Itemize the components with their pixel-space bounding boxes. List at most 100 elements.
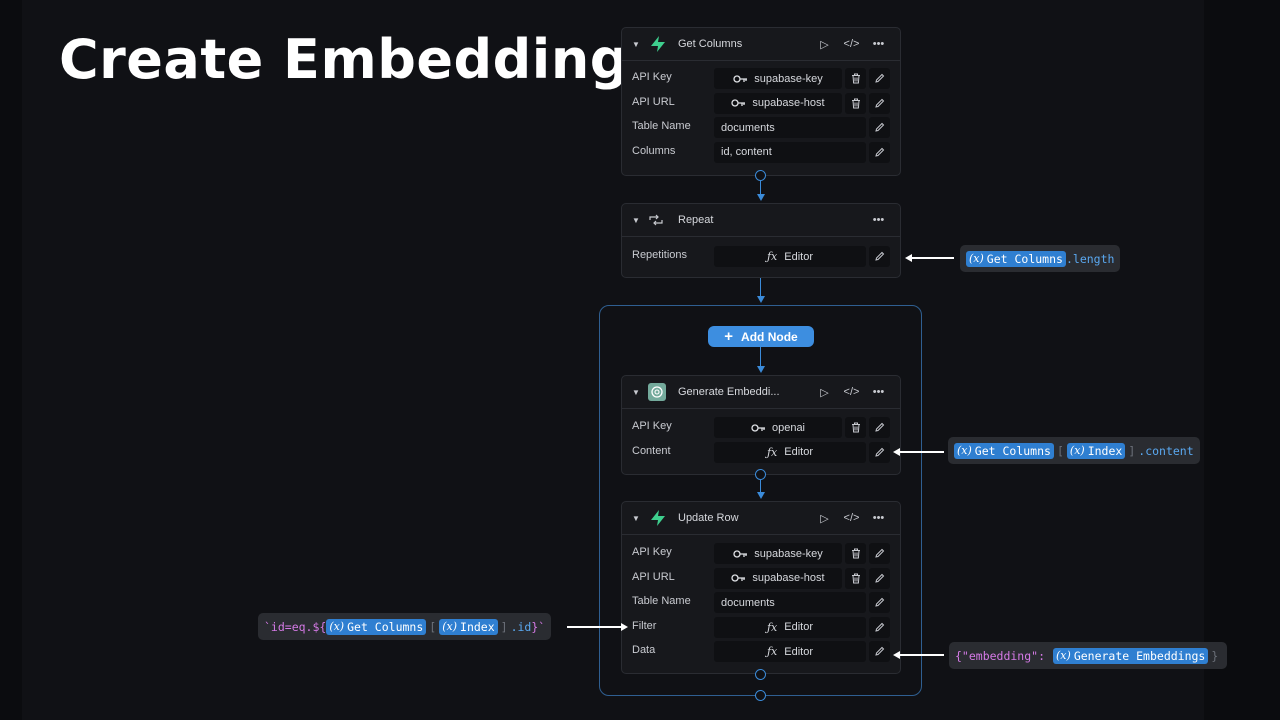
variable-icon: (x) xyxy=(1069,444,1085,457)
chip-label: Index xyxy=(460,619,495,634)
annotation-arrowhead xyxy=(621,623,628,631)
credential-field[interactable]: supabase-host xyxy=(714,567,842,589)
connector-handle[interactable] xyxy=(755,469,766,480)
node-title: Get Columns xyxy=(678,38,743,50)
node-header: ▼ Get Columns ▷ </> ••• xyxy=(622,28,900,61)
collapse-caret-icon[interactable]: ▼ xyxy=(632,514,648,523)
run-icon[interactable]: ▷ xyxy=(811,38,838,51)
annotation-arrow xyxy=(567,626,621,628)
run-icon[interactable]: ▷ xyxy=(811,386,838,399)
editor-field[interactable]: ƒx Editor xyxy=(714,641,866,663)
connector-handle[interactable] xyxy=(755,170,766,181)
page-title: Create Embeddings xyxy=(59,28,662,91)
edge-arrow xyxy=(757,492,765,499)
param-label: Columns xyxy=(632,144,676,157)
more-icon[interactable]: ••• xyxy=(865,512,892,524)
code-icon[interactable]: </> xyxy=(838,512,865,524)
run-icon[interactable]: ▷ xyxy=(811,512,838,525)
repeat-icon xyxy=(648,213,672,227)
node-get-columns[interactable]: ▼ Get Columns ▷ </> ••• API Key supabase… xyxy=(621,27,901,176)
connector-handle[interactable] xyxy=(755,669,766,680)
credential-field[interactable]: supabase-key xyxy=(714,68,842,89)
bracket-text: } xyxy=(1211,648,1219,663)
node-update-row[interactable]: ▼ Update Row ▷ </> ••• API Key supabase-… xyxy=(621,501,901,674)
key-icon xyxy=(733,549,748,558)
edit-button[interactable] xyxy=(869,641,890,663)
edit-button[interactable] xyxy=(869,417,890,438)
delete-button[interactable] xyxy=(845,543,866,564)
delete-button[interactable] xyxy=(845,92,866,114)
openai-icon xyxy=(648,383,672,401)
variable-chip: (x) Get Columns xyxy=(954,442,1054,459)
more-icon[interactable]: ••• xyxy=(865,386,892,398)
variable-icon: (x) xyxy=(329,620,345,633)
delete-button[interactable] xyxy=(845,417,866,438)
property-text: .length xyxy=(1065,251,1115,266)
more-icon[interactable]: ••• xyxy=(865,214,892,226)
edit-button[interactable] xyxy=(869,68,890,89)
param-row-table-name: Table Name documents xyxy=(622,591,900,616)
variable-chip: (x) Get Columns xyxy=(326,618,427,635)
bracket-text: ] xyxy=(1128,443,1136,458)
param-label: API Key xyxy=(632,71,672,83)
node-header: ▼ Repeat ••• xyxy=(622,204,900,237)
param-label: API URL xyxy=(632,95,675,108)
add-node-label: Add Node xyxy=(741,329,798,344)
pencil-icon xyxy=(875,98,885,108)
node-title: Generate Embeddi... xyxy=(678,386,780,398)
variable-icon: (x) xyxy=(969,252,984,265)
text-field[interactable]: id, content xyxy=(714,141,866,163)
param-label: Content xyxy=(632,444,671,457)
param-row-columns: Columns id, content xyxy=(622,141,900,166)
connector-handle[interactable] xyxy=(755,690,766,701)
edit-button[interactable] xyxy=(869,92,890,114)
annotation-filter: `id=eq.${ (x) Get Columns [ (x) Index ] .i… xyxy=(258,613,552,640)
param-row-api-key: API Key supabase-key xyxy=(622,542,900,567)
edit-button[interactable] xyxy=(869,441,890,463)
editor-label: Editor xyxy=(784,250,814,263)
collapse-caret-icon[interactable]: ▼ xyxy=(632,40,648,49)
editor-field[interactable]: ƒx Editor xyxy=(714,441,866,463)
pencil-icon xyxy=(875,147,885,157)
edit-button[interactable] xyxy=(869,592,890,614)
edit-button[interactable] xyxy=(869,543,890,564)
pencil-icon xyxy=(875,622,885,632)
bracket-text: ] xyxy=(500,619,508,634)
text-field[interactable]: documents xyxy=(714,592,866,614)
key-icon xyxy=(731,99,746,107)
collapse-caret-icon[interactable]: ▼ xyxy=(632,216,648,225)
more-icon[interactable]: ••• xyxy=(865,38,892,50)
edit-button[interactable] xyxy=(869,616,890,638)
text-field[interactable]: documents xyxy=(714,117,866,139)
delete-button[interactable] xyxy=(845,68,866,89)
variable-chip: (x) Index xyxy=(439,618,498,635)
edit-button[interactable] xyxy=(869,567,890,589)
add-node-button[interactable]: + Add Node xyxy=(708,326,814,347)
edge-line xyxy=(760,347,761,366)
variable-chip: (x) Get Columns xyxy=(966,250,1066,267)
edge-line xyxy=(760,480,761,492)
edit-button[interactable] xyxy=(869,141,890,163)
credential-value: supabase-key xyxy=(754,547,823,560)
pencil-icon xyxy=(875,73,885,83)
credential-field[interactable]: openai xyxy=(714,417,842,438)
chip-label: Generate Embeddings xyxy=(1073,648,1206,663)
credential-field[interactable]: supabase-key xyxy=(714,543,842,564)
code-icon[interactable]: </> xyxy=(838,386,865,398)
node-repeat[interactable]: ▼ Repeat ••• Repetitions ƒx Editor xyxy=(621,203,901,278)
delete-button[interactable] xyxy=(845,567,866,589)
edit-button[interactable] xyxy=(869,117,890,139)
editor-field[interactable]: ƒx Editor xyxy=(714,616,866,638)
pencil-icon xyxy=(875,573,885,583)
param-row-api-key: API Key supabase-key xyxy=(622,67,900,92)
node-generate-embeddings[interactable]: ▼ Generate Embeddi... ▷ </> ••• API Key … xyxy=(621,375,901,475)
credential-field[interactable]: supabase-host xyxy=(714,92,842,114)
collapse-caret-icon[interactable]: ▼ xyxy=(632,388,648,397)
code-icon[interactable]: </> xyxy=(838,38,865,50)
editor-field[interactable]: ƒx Editor xyxy=(714,246,866,267)
trash-icon xyxy=(851,573,860,584)
edge-line xyxy=(760,181,761,194)
param-label: Filter xyxy=(632,619,657,632)
edit-button[interactable] xyxy=(869,246,890,267)
pencil-icon xyxy=(875,251,885,261)
